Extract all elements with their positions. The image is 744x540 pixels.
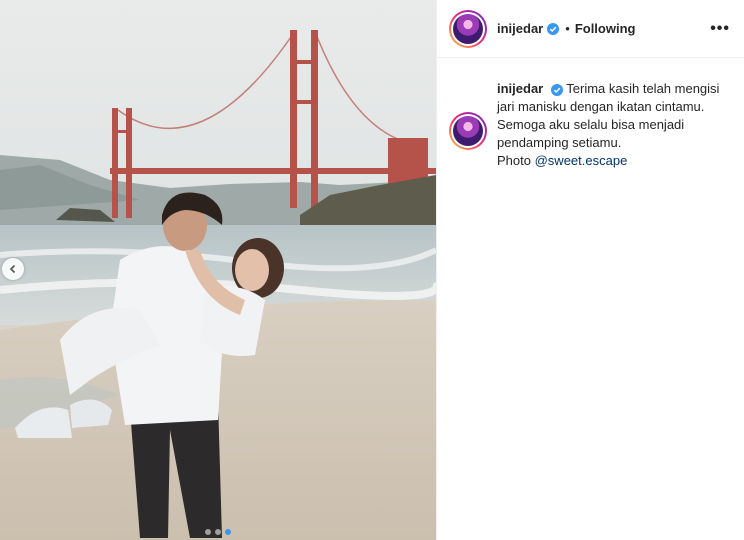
post-photo[interactable] [0, 0, 436, 540]
caption-line: pendamping setiamu. [497, 135, 622, 150]
avatar-image [453, 13, 483, 44]
caption-text: inijedar Terima kasih telah mengisi jari… [497, 80, 719, 170]
avatar[interactable] [449, 112, 487, 150]
caption-line: Semoga aku selalu bisa menjadi [497, 117, 685, 132]
following-button[interactable]: Following [575, 21, 636, 36]
carousel-dot-active [225, 529, 231, 535]
caption-comment: inijedar Terima kasih telah mengisi jari… [437, 58, 744, 170]
carousel-dot [205, 529, 211, 535]
photo-credit-prefix: Photo [497, 153, 531, 168]
caption-line: jari manisku dengan ikatan cintamu. [497, 99, 705, 114]
carousel-dot [215, 529, 221, 535]
avatar[interactable] [449, 9, 487, 48]
more-options-icon[interactable]: ••• [710, 20, 730, 38]
username-link[interactable]: inijedar [497, 21, 543, 36]
photo-illustration [0, 0, 436, 540]
previous-photo-button[interactable] [2, 258, 24, 280]
caption-line: Terima kasih telah mengisi [566, 81, 720, 96]
avatar-ring [451, 114, 485, 148]
carousel-indicator [0, 529, 436, 535]
avatar-image [453, 116, 483, 146]
avatar-ring [451, 11, 485, 46]
post-header: inijedar • Following ••• [437, 0, 744, 58]
verified-badge-icon [547, 22, 560, 35]
photo-credit-link[interactable]: @sweet.escape [535, 153, 628, 168]
verified-badge-icon [550, 83, 563, 96]
post-sidebar: inijedar • Following ••• inijedar Terima… [436, 0, 744, 540]
instagram-post: inijedar • Following ••• inijedar Terima… [0, 0, 744, 540]
caption-username-link[interactable]: inijedar [497, 81, 543, 96]
chevron-left-icon [9, 264, 16, 274]
separator-dot: • [565, 21, 570, 36]
